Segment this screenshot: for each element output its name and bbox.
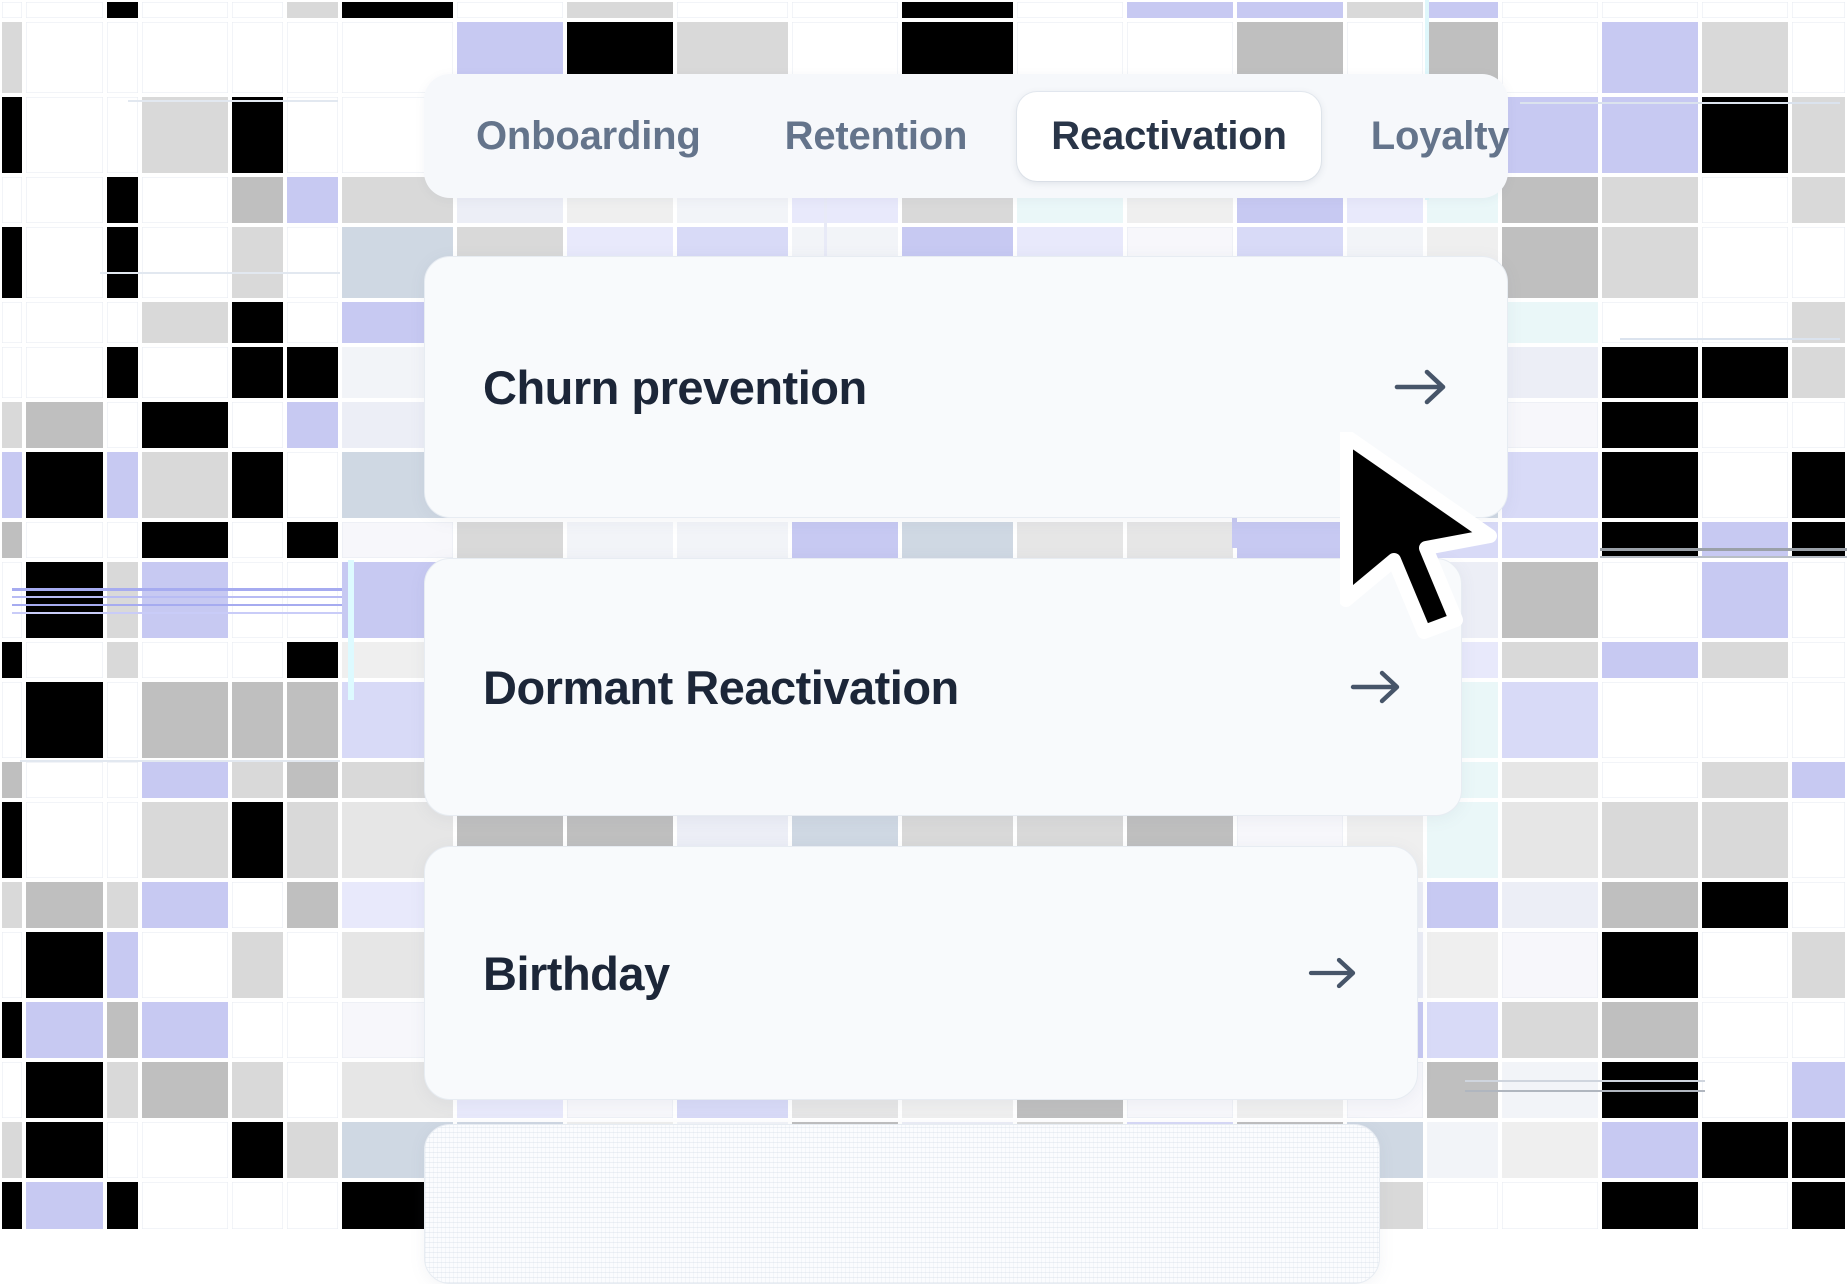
card-title: Birthday: [483, 946, 670, 1000]
tab-loyalty-label: Loyalty: [1370, 113, 1510, 158]
arrow-right-icon[interactable]: [1393, 367, 1449, 407]
card-title: Dormant Reactivation: [483, 660, 959, 714]
tab-onboarding[interactable]: Onboarding: [442, 92, 735, 181]
card-title: Churn prevention: [483, 360, 867, 414]
campaign-card-partial[interactable]: [424, 1124, 1380, 1284]
tab-reactivation-label: Reactivation: [1051, 113, 1287, 158]
tab-loyalty[interactable]: Loyalty: [1337, 92, 1544, 181]
tab-reactivation[interactable]: Reactivation: [1017, 91, 1321, 181]
tab-onboarding-label: Onboarding: [476, 113, 701, 158]
arrow-right-icon[interactable]: [1349, 668, 1403, 706]
campaign-panel: Onboarding Retention Reactivation Loyalt…: [0, 0, 1847, 1284]
campaign-card-churn-prevention[interactable]: Churn prevention: [424, 256, 1508, 518]
tab-retention-label: Retention: [784, 113, 968, 158]
campaign-card-birthday[interactable]: Birthday: [424, 846, 1418, 1100]
tab-retention[interactable]: Retention: [751, 92, 1002, 181]
campaign-tab-bar: Onboarding Retention Reactivation Loyalt…: [424, 74, 1510, 198]
arrow-right-icon[interactable]: [1307, 955, 1359, 991]
campaign-card-dormant-reactivation[interactable]: Dormant Reactivation: [424, 558, 1462, 816]
